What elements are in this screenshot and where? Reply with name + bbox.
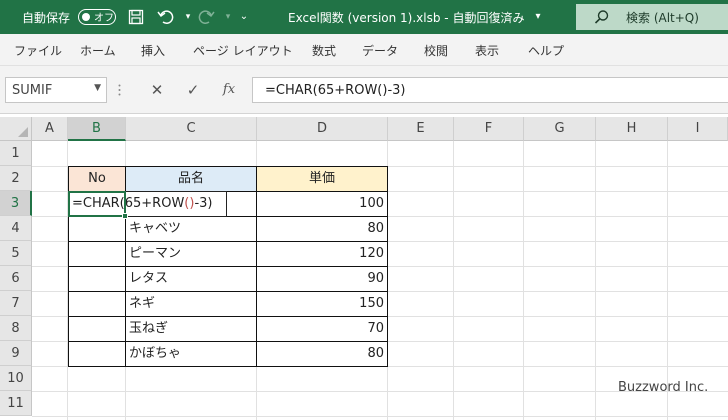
redo-icon[interactable] <box>196 7 216 27</box>
table-cell-name[interactable]: キャベツ <box>125 216 257 242</box>
autosave-toggle[interactable]: オフ <box>78 9 116 25</box>
insert-function-icon[interactable]: fx <box>218 79 240 101</box>
search-placeholder: 検索 (Alt+Q) <box>626 11 699 25</box>
column-header-h[interactable]: H <box>596 117 668 141</box>
splitter-icon[interactable] <box>118 84 121 96</box>
table-cell-name[interactable]: ピーマン <box>125 241 257 267</box>
tab-formulas[interactable]: 数式 <box>312 42 336 59</box>
select-all-icon <box>18 127 28 137</box>
column-header-c[interactable]: C <box>126 117 257 141</box>
name-box[interactable]: SUMIF ▼ <box>5 77 107 103</box>
tab-view[interactable]: 表示 <box>475 42 499 59</box>
row-header-11[interactable]: 11 <box>0 391 32 416</box>
column-header-g[interactable]: G <box>524 117 596 141</box>
customize-qat-icon[interactable]: ⌄ <box>234 7 254 27</box>
search-icon <box>594 10 609 24</box>
table-cell-name[interactable]: ネギ <box>125 291 257 317</box>
table-cell-price[interactable]: 100 <box>256 191 388 217</box>
cancel-icon[interactable]: ✕ <box>146 79 168 101</box>
select-all-corner[interactable] <box>0 117 32 141</box>
formula-input[interactable]: =CHAR(65+ROW()-3) <box>252 77 728 103</box>
table-cell-no[interactable] <box>68 266 126 292</box>
undo-dropdown-icon[interactable]: ▾ <box>178 7 198 27</box>
editor-text-suffix: -3) <box>194 196 213 211</box>
toggle-knob <box>82 12 90 21</box>
table-cell-no[interactable] <box>68 241 126 267</box>
gridline <box>32 416 728 417</box>
row-header-10[interactable]: 10 <box>0 366 32 391</box>
tab-help[interactable]: ヘルプ <box>528 42 564 59</box>
tab-review[interactable]: 校閲 <box>424 42 448 59</box>
table-cell-name[interactable]: かぼちゃ <box>125 341 257 367</box>
table-cell-price[interactable]: 70 <box>256 316 388 342</box>
gridline <box>595 141 596 420</box>
tab-page-layout[interactable]: ページ レイアウト <box>193 42 293 59</box>
fill-handle[interactable] <box>122 213 128 219</box>
table-cell-no[interactable] <box>68 341 126 367</box>
table-cell-price[interactable]: 80 <box>256 341 388 367</box>
row-header-1[interactable]: 1 <box>0 141 32 166</box>
header-cell-name[interactable]: 品名 <box>125 166 257 192</box>
gridline <box>523 141 524 420</box>
tab-file[interactable]: ファイル <box>14 42 62 59</box>
gridline <box>453 141 454 420</box>
formula-bar: SUMIF ▼ ✕ ✓ fx =CHAR(65+ROW()-3) <box>0 66 728 114</box>
worksheet-grid[interactable]: A B C D E F G H I 1 2 3 4 5 6 7 8 9 10 1… <box>0 117 728 420</box>
editor-text-prefix: =CHAR(65+ROW <box>72 196 185 211</box>
header-cell-price[interactable]: 単価 <box>256 166 388 192</box>
editor-text-paren: () <box>184 196 195 211</box>
row-header-3[interactable]: 3 <box>0 191 32 216</box>
row-header-5[interactable]: 5 <box>0 241 32 266</box>
table-cell-no[interactable] <box>68 291 126 317</box>
enter-icon[interactable]: ✓ <box>182 79 204 101</box>
save-icon[interactable] <box>126 7 146 27</box>
row-header-9[interactable]: 9 <box>0 341 32 366</box>
document-title: Excel関数 (version 1).xlsb - 自動回復済み <box>288 11 525 25</box>
row-header-8[interactable]: 8 <box>0 316 32 341</box>
table-cell-price[interactable]: 120 <box>256 241 388 267</box>
autosave-state: オフ <box>94 13 114 24</box>
column-header-f[interactable]: F <box>454 117 524 141</box>
column-header-i[interactable]: I <box>668 117 728 141</box>
title-dropdown-icon[interactable]: ▾ <box>528 7 548 27</box>
watermark: Buzzword Inc. <box>618 380 709 395</box>
column-header-a[interactable]: A <box>32 117 68 141</box>
column-header-d[interactable]: D <box>257 117 388 141</box>
undo-icon[interactable] <box>156 7 176 27</box>
table-cell-name[interactable]: レタス <box>125 266 257 292</box>
row-header-6[interactable]: 6 <box>0 266 32 291</box>
chevron-down-icon[interactable]: ▼ <box>94 83 101 93</box>
name-box-value: SUMIF <box>12 83 53 98</box>
ribbon-tabs: ファイル ホーム 挿入 ページ レイアウト 数式 データ 校閲 表示 ヘルプ <box>0 34 728 66</box>
row-header-4[interactable]: 4 <box>0 216 32 241</box>
search-box[interactable]: 検索 (Alt+Q) <box>576 4 728 30</box>
column-header-e[interactable]: E <box>388 117 454 141</box>
column-header-b[interactable]: B <box>68 117 126 141</box>
row-header-7[interactable]: 7 <box>0 291 32 316</box>
title-bar: 自動保存 オフ ▾ ▾ ⌄ Excel関数 (version 1).xlsb -… <box>0 0 728 34</box>
tab-insert[interactable]: 挿入 <box>141 42 165 59</box>
row-header-2[interactable]: 2 <box>0 166 32 191</box>
autosave-label: 自動保存 <box>22 11 71 25</box>
table-cell-name[interactable]: 玉ねぎ <box>125 316 257 342</box>
header-cell-no[interactable]: No <box>68 166 126 192</box>
table-cell-price[interactable]: 150 <box>256 291 388 317</box>
table-cell-no[interactable] <box>68 316 126 342</box>
cell-editor[interactable]: =CHAR(65+ROW()-3) <box>68 191 227 217</box>
table-cell-price[interactable]: 90 <box>256 266 388 292</box>
table-cell-no[interactable] <box>68 216 126 242</box>
tab-home[interactable]: ホーム <box>80 42 116 59</box>
formula-text: =CHAR(65+ROW()-3) <box>265 83 406 98</box>
tab-data[interactable]: データ <box>362 42 398 59</box>
gridline <box>667 141 668 420</box>
table-cell-price[interactable]: 80 <box>256 216 388 242</box>
